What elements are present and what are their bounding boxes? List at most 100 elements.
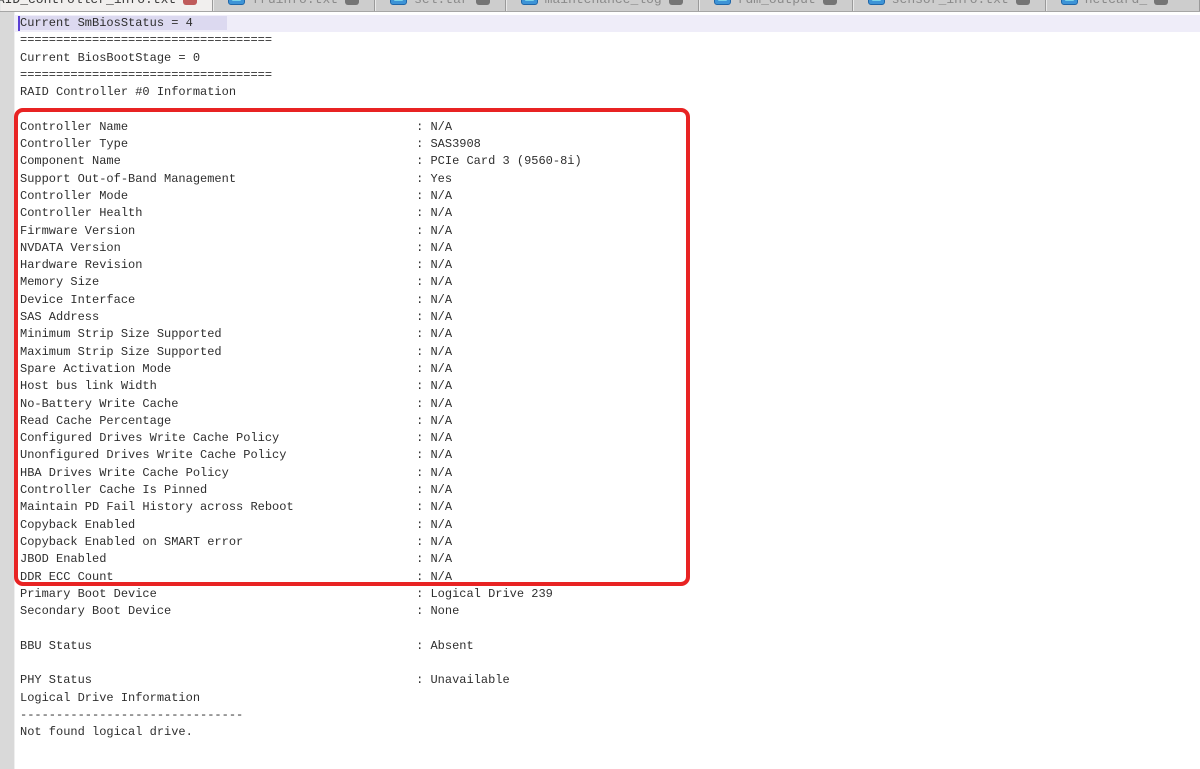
close-icon[interactable]: × [183, 0, 197, 5]
editor-line-text: Configured Drives Write Cache Policy : N… [20, 431, 452, 445]
editor-line: Configured Drives Write Cache Policy : N… [20, 430, 1200, 447]
tab-label: sensor_info.txt [892, 0, 1009, 7]
editor-line-text: Spare Activation Mode : N/A [20, 362, 452, 376]
editor-line: RAID Controller #0 Information [20, 84, 1200, 101]
editor-line [20, 655, 1200, 672]
editor-line-text: Controller Health : N/A [20, 206, 452, 220]
editor-line: JBOD Enabled : N/A [20, 551, 1200, 568]
editor-line: Primary Boot Device : Logical Drive 239 [20, 586, 1200, 603]
tab-label: netcard_ [1085, 0, 1147, 7]
tab-netcard[interactable]: netcard_ × [1046, 0, 1200, 11]
editor-line-text: Controller Cache Is Pinned : N/A [20, 483, 452, 497]
file-icon [228, 0, 245, 5]
editor-line: Controller Mode : N/A [20, 188, 1200, 205]
editor-line-text: Logical Drive Information [20, 691, 200, 705]
editor-line-text: Copyback Enabled on SMART error : N/A [20, 535, 452, 549]
editor-line-text: SAS Address : N/A [20, 310, 452, 324]
editor-line: =================================== [20, 32, 1200, 49]
tab-raid-controller-info-txt[interactable]: RAID_controller_info.txt × [0, 0, 213, 11]
editor-line-text: Controller Mode : N/A [20, 189, 452, 203]
editor-line-text: Component Name : PCIe Card 3 (9560-8i) [20, 154, 582, 168]
file-icon [390, 0, 407, 5]
editor-line-text: Hardware Revision : N/A [20, 258, 452, 272]
editor-line: Current BiosBootStage = 0 [20, 50, 1200, 67]
editor-line: HBA Drives Write Cache Policy : N/A [20, 465, 1200, 482]
editor-line: Controller Type : SAS3908 [20, 136, 1200, 153]
editor-line: Copyback Enabled on SMART error : N/A [20, 534, 1200, 551]
editor-line-text: BBU Status : Absent [20, 639, 474, 653]
editor-line-text: Device Interface : N/A [20, 293, 452, 307]
tab-maintenance-log[interactable]: maintenance_log× [506, 0, 699, 11]
text-caret [18, 16, 20, 31]
editor-line: NVDATA Version : N/A [20, 240, 1200, 257]
file-icon [1061, 0, 1078, 5]
editor-lines: Current SmBiosStatus = 4================… [20, 15, 1200, 741]
editor-line: Logical Drive Information [20, 690, 1200, 707]
editor-line: Read Cache Percentage : N/A [20, 413, 1200, 430]
editor-line-text: Controller Name : N/A [20, 120, 452, 134]
editor-line: Controller Name : N/A [20, 119, 1200, 136]
tab-fruinfo-txt[interactable]: fruinfo.txt × [213, 0, 375, 11]
editor-line-text: Primary Boot Device : Logical Drive 239 [20, 587, 553, 601]
editor-line: Device Interface : N/A [20, 292, 1200, 309]
tab-sensor-info-txt[interactable]: sensor_info.txt × [853, 0, 1046, 11]
editor-line: Support Out-of-Band Management : Yes [20, 171, 1200, 188]
editor-line-text: Minimum Strip Size Supported : N/A [20, 327, 452, 341]
close-icon[interactable]: × [1016, 0, 1030, 5]
editor-line-text: Read Cache Percentage : N/A [20, 414, 452, 428]
editor-line-text: Memory Size : N/A [20, 275, 452, 289]
editor-line-text: Current BiosBootStage = 0 [20, 51, 200, 65]
file-icon [868, 0, 885, 5]
editor-line-text [20, 656, 27, 670]
tabs-row: RAID_controller_info.txt×fruinfo.txt×sel… [0, 0, 1200, 11]
editor-line-text: Maintain PD Fail History across Reboot :… [20, 500, 452, 514]
close-icon[interactable]: × [476, 0, 490, 5]
editor-line-text: Support Out-of-Band Management : Yes [20, 172, 452, 186]
editor-line-text: Unonfigured Drives Write Cache Policy : … [20, 448, 452, 462]
editor-line-text: NVDATA Version : N/A [20, 241, 452, 255]
editor-line: Controller Health : N/A [20, 205, 1200, 222]
close-icon[interactable]: × [345, 0, 359, 5]
editor-line: Minimum Strip Size Supported : N/A [20, 326, 1200, 343]
editor-line-text [20, 102, 27, 116]
editor-margin-gutter [0, 12, 15, 769]
editor-line-text: Maximum Strip Size Supported : N/A [20, 345, 452, 359]
tab-label: RAID_controller_info.txt [0, 0, 176, 7]
file-icon [521, 0, 538, 5]
editor-line: BBU Status : Absent [20, 638, 1200, 655]
editor-line-text: Secondary Boot Device : None [20, 604, 459, 618]
text-editor-pane[interactable]: Current SmBiosStatus = 4================… [0, 12, 1200, 769]
editor-line-text: =================================== [20, 68, 272, 82]
editor-line-text: Host bus link Width : N/A [20, 379, 452, 393]
editor-line: DDR ECC Count : N/A [20, 569, 1200, 586]
close-icon[interactable]: × [669, 0, 683, 5]
editor-line-text: No-Battery Write Cache : N/A [20, 397, 452, 411]
editor-line: Secondary Boot Device : None [20, 603, 1200, 620]
editor-line-text [20, 621, 27, 635]
editor-line: Not found logical drive. [20, 724, 1200, 741]
tab-rdm-output[interactable]: rdm_output × [699, 0, 853, 11]
file-icon [714, 0, 731, 5]
tab-label: rdm_output [738, 0, 816, 7]
tab-label: fruinfo.txt [252, 0, 338, 7]
editor-line-text: HBA Drives Write Cache Policy : N/A [20, 466, 452, 480]
editor-line: PHY Status : Unavailable [20, 672, 1200, 689]
close-icon[interactable]: × [1154, 0, 1168, 5]
editor-line: Component Name : PCIe Card 3 (9560-8i) [20, 153, 1200, 170]
editor-line [20, 620, 1200, 637]
tab-sel-tar[interactable]: sel.tar× [375, 0, 506, 11]
editor-line-text: ------------------------------- [20, 708, 243, 722]
editor-line-text: Copyback Enabled : N/A [20, 518, 452, 532]
editor-line-text: PHY Status : Unavailable [20, 673, 510, 687]
editor-line: Maintain PD Fail History across Reboot :… [20, 499, 1200, 516]
editor-line: Maximum Strip Size Supported : N/A [20, 344, 1200, 361]
editor-line: Current SmBiosStatus = 4 [20, 15, 1200, 32]
editor-line: Unonfigured Drives Write Cache Policy : … [20, 447, 1200, 464]
editor-line: Spare Activation Mode : N/A [20, 361, 1200, 378]
editor-line: Controller Cache Is Pinned : N/A [20, 482, 1200, 499]
editor-line-text: DDR ECC Count : N/A [20, 570, 452, 584]
editor-line: =================================== [20, 67, 1200, 84]
editor-line: ------------------------------- [20, 707, 1200, 724]
close-icon[interactable]: × [823, 0, 837, 5]
editor-line-text: Not found logical drive. [20, 725, 193, 739]
